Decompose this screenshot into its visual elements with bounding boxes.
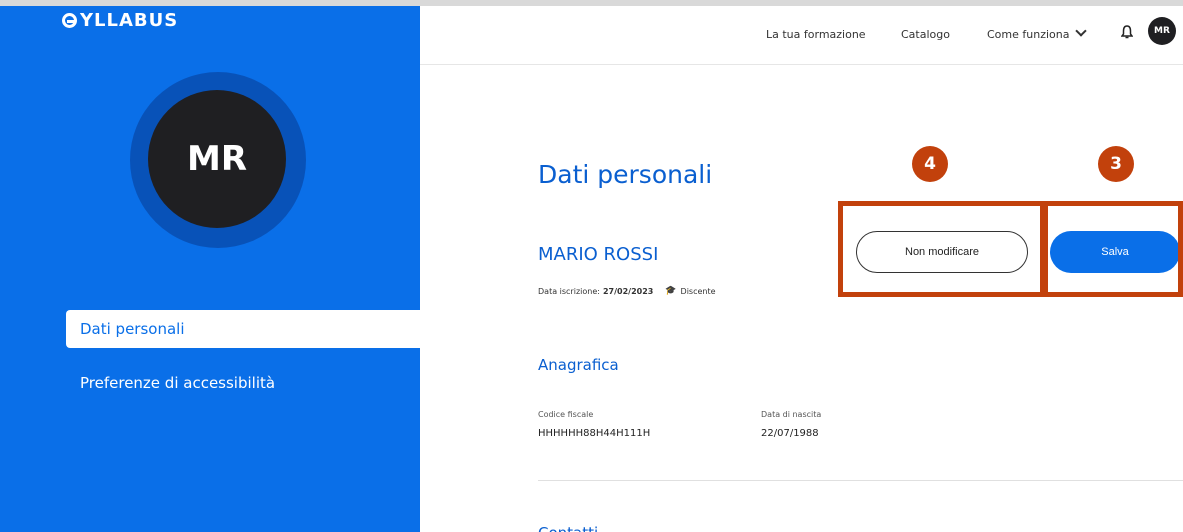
callout-highlight-save [1040,201,1183,297]
section-anagrafica: Anagrafica [538,356,619,374]
bell-icon[interactable] [1121,25,1133,39]
section-divider [538,480,1183,481]
profile-avatar-initials: MR [186,139,247,179]
page-title: Dati personali [538,160,713,189]
nav-catalogo[interactable]: Catalogo [901,28,950,41]
data-nascita-value: 22/07/1988 [761,428,819,439]
top-navigation: La tua formazione Catalogo Come funziona… [420,6,1183,65]
callout-badge-4: 4 [912,146,948,182]
syllabus-logo[interactable]: YLLABUS [62,10,178,31]
chevron-down-icon [1075,25,1088,37]
enroll-date: 27/02/2023 [602,286,654,296]
nav-la-tua-formazione[interactable]: La tua formazione [766,28,866,41]
graduation-cap-icon: 🎓 [665,286,677,296]
data-nascita-label: Data di nascita [761,410,822,419]
enroll-label: Data iscrizione: [538,286,600,296]
codice-fiscale-label: Codice fiscale [538,410,594,419]
section-contatti: Contatti [538,524,598,532]
codice-fiscale-value: HHHHHH88H44H111H [538,428,651,439]
enrollment-info: Data iscrizione: 27/02/2023 🎓 Discente [538,286,716,296]
sidebar-item-accessibilita[interactable]: Preferenze di accessibilità [66,374,275,392]
callout-badge-3: 3 [1098,146,1134,182]
user-role: Discente [680,286,716,296]
logo-mark-icon [62,13,77,28]
user-name: MARIO ROSSI [538,244,659,265]
user-avatar-initials: MR [1154,26,1170,36]
nav-come-funziona[interactable]: Come funziona [987,25,1088,41]
sidebar-item-dati-personali[interactable]: Dati personali [66,310,420,348]
profile-avatar: MR [148,90,286,228]
logo-text: YLLABUS [80,10,179,31]
nav-come-funziona-label: Come funziona [987,28,1070,41]
callout-highlight-cancel [838,201,1048,297]
user-avatar-button[interactable]: MR [1148,17,1176,45]
